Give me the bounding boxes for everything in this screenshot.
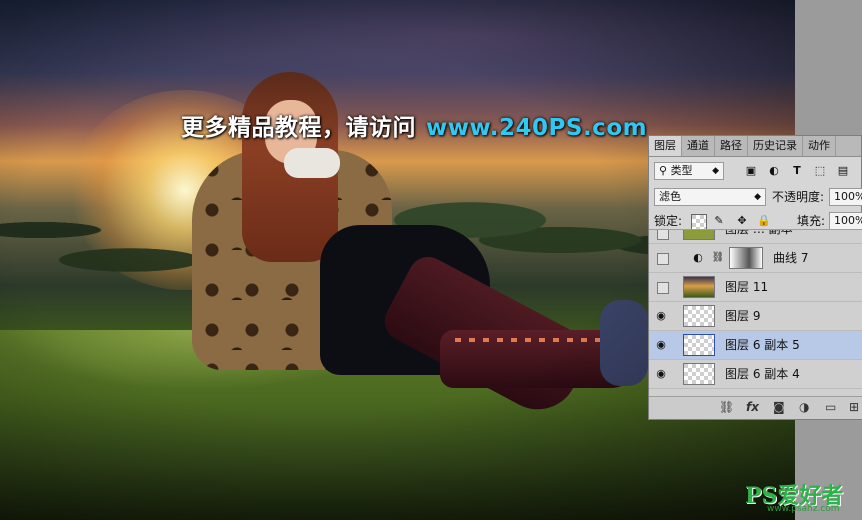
layer-name: 图层 11 xyxy=(725,280,769,294)
search-icon: ⚲ xyxy=(659,164,671,177)
panel-footer: ⛓ fx ◙ ◑ ▭ ⊞ xyxy=(649,396,862,419)
layer-row-selected[interactable]: ◉ 图层 6 副本 5 xyxy=(649,331,862,360)
layers-panel: 图层 通道 路径 历史记录 动作 ⚲ 类型 ◆ ▣ ◐ T ⬚ ▤ 滤色 ◆ 不… xyxy=(648,135,862,420)
adjustment-icon[interactable]: ◑ xyxy=(799,400,809,414)
fill-input[interactable]: 100% xyxy=(829,212,862,230)
lock-position-move-icon[interactable]: ✥ xyxy=(735,214,749,228)
eye-icon[interactable]: ◉ xyxy=(653,336,669,354)
lock-label: 锁定: xyxy=(654,214,683,228)
folder-icon[interactable]: ▭ xyxy=(825,400,836,414)
chevron-updown-icon: ◆ xyxy=(712,166,719,176)
blend-mode-value: 滤色 xyxy=(659,190,681,203)
layer-row[interactable]: ◉ 图层 6 副本 4 xyxy=(649,360,862,389)
opacity-input[interactable]: 100% xyxy=(829,188,862,206)
link-icon[interactable]: ⛓ xyxy=(719,400,734,414)
panel-tabs: 图层 通道 路径 历史记录 动作 xyxy=(649,136,861,157)
blend-mode-select[interactable]: 滤色 ◆ xyxy=(654,188,766,206)
layer-thumbnail xyxy=(683,230,715,240)
lock-all-padlock-icon[interactable]: 🔒 xyxy=(757,214,771,228)
new-layer-icon[interactable]: ⊞ xyxy=(849,400,859,414)
layer-row[interactable]: ◉ 图层 9 xyxy=(649,302,862,331)
smart-object-filter-icon[interactable]: ▤ xyxy=(836,164,850,178)
eye-icon[interactable]: ◉ xyxy=(653,365,669,383)
layer-name: 图层 … 副本 xyxy=(725,229,793,236)
watermark-url: www.240PS.com xyxy=(426,115,648,141)
shape-filter-icon[interactable]: ⬚ xyxy=(813,164,827,178)
lock-image-brush-icon[interactable]: ✎ xyxy=(712,214,726,228)
layer-name: 曲线 7 xyxy=(773,251,809,265)
mask-icon[interactable]: ◙ xyxy=(773,400,785,414)
layer-name: 图层 6 副本 4 xyxy=(725,367,800,381)
lock-transparent-icon[interactable] xyxy=(691,214,707,230)
eye-icon[interactable]: ◉ xyxy=(653,307,669,325)
watermark-text: 更多精品教程，请访问 xyxy=(181,115,416,141)
layer-filter-select[interactable]: ⚲ 类型 ◆ xyxy=(654,162,724,180)
opacity-label: 不透明度: xyxy=(772,190,825,204)
visibility-off-box[interactable] xyxy=(657,282,669,294)
filter-type-value: 类型 xyxy=(670,164,693,177)
mask-thumbnail xyxy=(729,247,763,269)
site-logo: PS爱好者 www.psahz.com xyxy=(745,478,857,516)
filter-row: ⚲ 类型 ◆ ▣ ◐ T ⬚ ▤ xyxy=(649,158,862,184)
logo-url: www.psahz.com xyxy=(767,504,840,514)
visibility-off-box[interactable] xyxy=(657,230,669,240)
layers-list[interactable]: 图层 … 副本 ◐ ⛓ 曲线 7 图层 11 ◉ 图层 9 ◉ 图层 6 副本 … xyxy=(649,229,862,400)
layer-row[interactable]: 图层 … 副本 xyxy=(649,229,862,244)
adjustment-filter-icon[interactable]: ◐ xyxy=(767,164,781,178)
blend-row: 滤色 ◆ 不透明度: 100% xyxy=(649,184,862,210)
layer-thumbnail xyxy=(683,363,715,385)
tab-layers[interactable]: 图层 xyxy=(649,136,682,156)
layer-thumbnail xyxy=(683,276,715,298)
fill-label: 填充: xyxy=(797,214,826,228)
tab-paths[interactable]: 路径 xyxy=(715,136,748,156)
layer-name: 图层 9 xyxy=(725,309,761,323)
layer-thumbnail xyxy=(683,334,715,356)
tab-history[interactable]: 历史记录 xyxy=(748,136,803,156)
visibility-off-box[interactable] xyxy=(657,253,669,265)
fx-icon[interactable]: fx xyxy=(746,400,759,414)
layer-thumbnail xyxy=(683,305,715,327)
curves-adjustment-icon: ◐ xyxy=(693,251,703,264)
chevron-updown-icon: ◆ xyxy=(754,192,761,202)
layer-name: 图层 6 副本 5 xyxy=(725,338,800,352)
text-filter-icon[interactable]: T xyxy=(790,164,804,178)
layer-row[interactable]: 图层 11 xyxy=(649,273,862,302)
tab-actions[interactable]: 动作 xyxy=(803,136,836,156)
layer-row[interactable]: ◐ ⛓ 曲线 7 xyxy=(649,244,862,273)
chain-link-icon[interactable]: ⛓ xyxy=(711,251,725,265)
image-filter-icon[interactable]: ▣ xyxy=(744,164,758,178)
tutorial-watermark: 更多精品教程，请访问 www.240PS.com xyxy=(181,108,647,142)
tab-channels[interactable]: 通道 xyxy=(682,136,715,156)
